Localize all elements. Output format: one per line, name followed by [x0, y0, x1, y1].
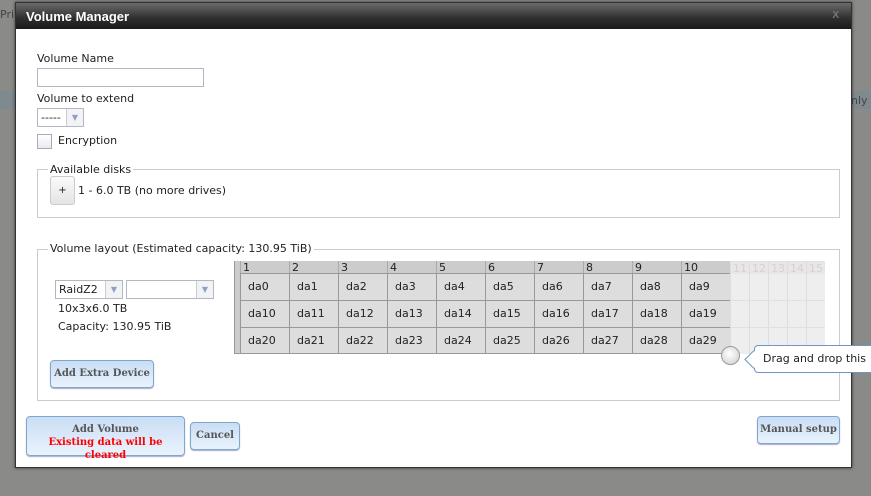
disk-cell[interactable]: da19: [681, 300, 730, 327]
encryption-label: Encryption: [58, 134, 118, 147]
drag-tooltip: Drag and drop this: [754, 345, 871, 373]
disk-cell[interactable]: da23: [387, 327, 436, 354]
add-volume-button[interactable]: Add Volume Existing data will be cleared: [26, 416, 185, 461]
disk-cell[interactable]: da28: [632, 327, 681, 354]
encryption-checkbox[interactable]: [37, 134, 52, 149]
disk-cell[interactable]: da25: [485, 327, 534, 354]
background-text-right: nly: [851, 94, 868, 107]
available-disks-legend: Available disks: [48, 163, 134, 176]
background-text-left: Pri: [0, 8, 15, 21]
disk-cell[interactable]: da13: [387, 300, 436, 327]
disk-cell[interactable]: da8: [632, 273, 681, 300]
disk-cell[interactable]: da16: [534, 300, 583, 327]
close-icon[interactable]: X: [832, 10, 839, 21]
disk-cell[interactable]: da17: [583, 300, 632, 327]
disk-cell[interactable]: da27: [583, 327, 632, 354]
disk-cell[interactable]: da24: [436, 327, 485, 354]
grid-line: [749, 300, 768, 301]
volume-layout-legend: Volume layout (Estimated capacity: 130.9…: [48, 242, 314, 255]
grid-line: [806, 327, 825, 328]
grid-line: [730, 327, 749, 328]
raid-type-value: RaidZ2: [59, 283, 98, 296]
volume-extend-value: -----: [41, 111, 61, 124]
layout-capacity: Capacity: 130.95 TiB: [58, 320, 172, 333]
layout-geometry: 10x3x6.0 TB: [58, 302, 128, 315]
disk-cell[interactable]: da9: [681, 273, 730, 300]
raid-type-select[interactable]: RaidZ2 ▼: [55, 280, 123, 299]
disk-cell[interactable]: da7: [583, 273, 632, 300]
disk-cell[interactable]: da14: [436, 300, 485, 327]
grid-line: [768, 300, 787, 301]
grid-line: [768, 327, 787, 328]
grid-line: [730, 300, 749, 301]
disk-cell[interactable]: da18: [632, 300, 681, 327]
disk-cell[interactable]: da3: [387, 273, 436, 300]
disk-cell[interactable]: da4: [436, 273, 485, 300]
vdev-select[interactable]: ▼: [126, 280, 214, 299]
cancel-button[interactable]: Cancel: [190, 422, 240, 450]
volume-name-label: Volume Name: [37, 52, 114, 65]
disk-cell[interactable]: da21: [289, 327, 338, 354]
dialog-title: Volume Manager: [26, 9, 130, 24]
disk-cell[interactable]: da6: [534, 273, 583, 300]
grid-line: [806, 300, 825, 301]
disk-cell[interactable]: da11: [289, 300, 338, 327]
grid-extra-column[interactable]: 15: [806, 261, 825, 354]
grid-line: [749, 327, 768, 328]
dialog-titlebar[interactable]: Volume Manager X: [16, 3, 851, 29]
disk-cell[interactable]: da15: [485, 300, 534, 327]
disk-cell[interactable]: da10: [240, 300, 289, 327]
grid-extra-column[interactable]: 12: [749, 261, 768, 354]
volume-extend-label: Volume to extend: [37, 92, 135, 105]
add-extra-device-button[interactable]: Add Extra Device: [50, 360, 154, 388]
available-disk-text: 1 - 6.0 TB (no more drives): [78, 184, 227, 197]
add-volume-warning: Existing data will be cleared: [48, 437, 163, 461]
chevron-down-icon: ▼: [105, 281, 122, 298]
drag-handle[interactable]: [721, 346, 740, 365]
add-volume-label: Add Volume: [72, 424, 139, 435]
manual-setup-button[interactable]: Manual setup: [757, 416, 840, 444]
volume-name-input[interactable]: [37, 68, 204, 87]
disk-cell[interactable]: da0: [240, 273, 289, 300]
grid-extra-column[interactable]: 11: [730, 261, 749, 354]
disk-cell[interactable]: da22: [338, 327, 387, 354]
add-disk-button[interactable]: +: [50, 176, 75, 205]
disk-cell[interactable]: da12: [338, 300, 387, 327]
grid-extra-column[interactable]: 13: [768, 261, 787, 354]
disk-cell[interactable]: da2: [338, 273, 387, 300]
grid-extra-column[interactable]: 14: [787, 261, 806, 354]
disk-cell[interactable]: da1: [289, 273, 338, 300]
disk-cell[interactable]: da20: [240, 327, 289, 354]
chevron-down-icon: ▼: [196, 281, 213, 298]
volume-extend-select[interactable]: ----- ▼: [37, 108, 84, 127]
chevron-down-icon: ▼: [66, 109, 83, 126]
disk-cell[interactable]: da5: [485, 273, 534, 300]
grid-line: [787, 300, 806, 301]
grid-line: [787, 327, 806, 328]
disk-cell[interactable]: da26: [534, 327, 583, 354]
